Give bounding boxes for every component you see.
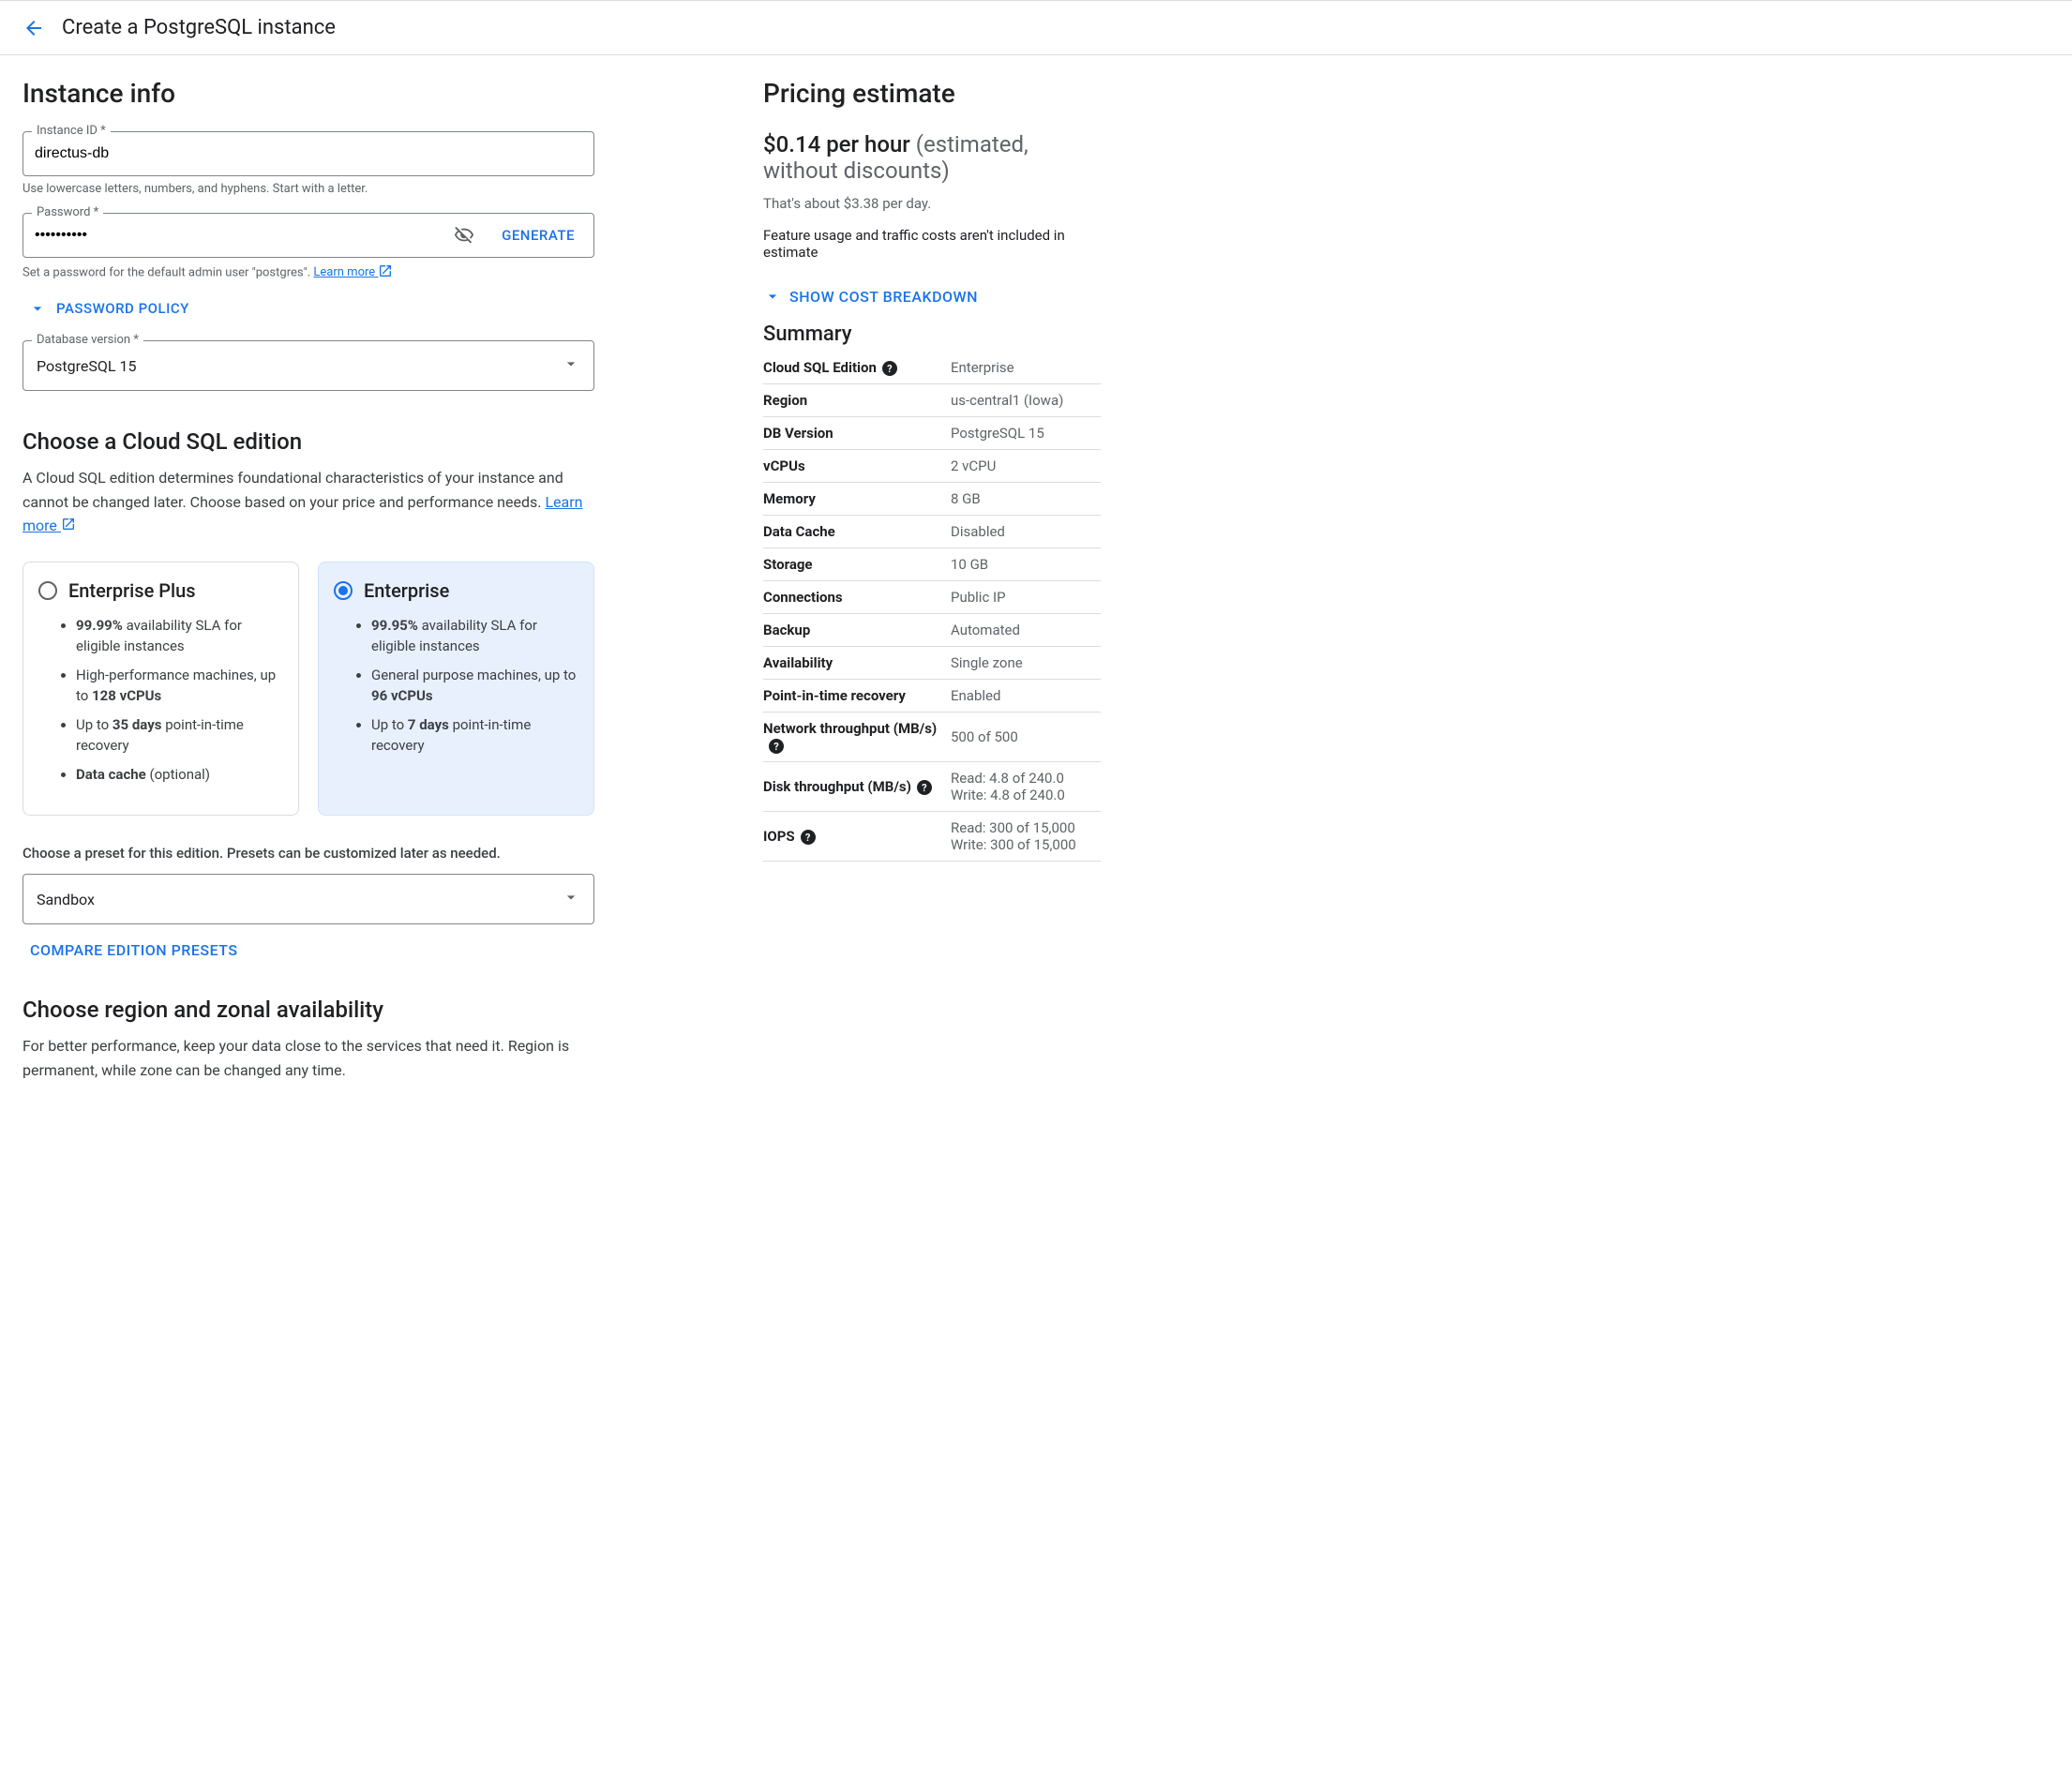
- edition-card-enterprise[interactable]: Enterprise 99.95% availability SLA for e…: [318, 562, 594, 817]
- password-input[interactable]: [23, 214, 445, 257]
- heading-summary: Summary: [763, 322, 1101, 346]
- page-title: Create a PostgreSQL instance: [62, 16, 336, 39]
- card-title: Enterprise Plus: [68, 579, 196, 602]
- region-desc: For better performance, keep your data c…: [23, 1034, 594, 1082]
- preset-value: Sandbox: [37, 891, 95, 908]
- learn-more-link[interactable]: Learn more: [313, 265, 393, 279]
- table-row: DB VersionPostgreSQL 15: [763, 417, 1101, 450]
- password-policy-toggle[interactable]: PASSWORD POLICY: [28, 299, 594, 318]
- table-row: Cloud SQL Edition?Enterprise: [763, 352, 1101, 384]
- db-version-select[interactable]: PostgreSQL 15: [23, 340, 594, 391]
- heading-edition: Choose a Cloud SQL edition: [23, 428, 594, 455]
- preset-select[interactable]: Sandbox: [23, 874, 594, 924]
- pricing-column: Pricing estimate $0.14 per hour (estimat…: [763, 78, 1101, 1082]
- db-version-field: Database version * PostgreSQL 15: [23, 340, 594, 391]
- table-row: AvailabilitySingle zone: [763, 647, 1101, 680]
- table-row: Disk throughput (MB/s)?Read: 4.8 of 240.…: [763, 762, 1101, 812]
- heading-instance-info: Instance info: [23, 78, 594, 109]
- form-column: Instance info Instance ID * Use lowercas…: [23, 78, 594, 1082]
- back-arrow-icon[interactable]: [23, 17, 45, 39]
- heading-pricing: Pricing estimate: [763, 78, 1101, 109]
- page-header: Create a PostgreSQL instance: [0, 0, 2072, 55]
- table-row: Data CacheDisabled: [763, 516, 1101, 548]
- feature-list: 99.95% availability SLA for eligible ins…: [334, 615, 578, 757]
- external-link-icon: [61, 515, 76, 539]
- instance-id-input[interactable]: [23, 131, 594, 176]
- password-label: Password *: [32, 205, 103, 219]
- visibility-off-icon[interactable]: [445, 225, 483, 246]
- help-icon[interactable]: ?: [882, 361, 897, 376]
- heading-region: Choose region and zonal availability: [23, 997, 594, 1023]
- help-icon[interactable]: ?: [917, 780, 932, 795]
- instance-id-helper: Use lowercase letters, numbers, and hyph…: [23, 182, 594, 196]
- summary-table: Cloud SQL Edition?Enterprise Regionus-ce…: [763, 352, 1101, 862]
- price-per-day: That's about $3.38 per day.: [763, 195, 1101, 212]
- table-row: Storage10 GB: [763, 548, 1101, 581]
- table-row: Memory8 GB: [763, 483, 1101, 516]
- password-field: Password * GENERATE: [23, 213, 594, 258]
- feature-list: 99.99% availability SLA for eligible ins…: [38, 615, 283, 786]
- preset-label: Choose a preset for this edition. Preset…: [23, 842, 594, 864]
- table-row: Regionus-central1 (Iowa): [763, 384, 1101, 417]
- table-row: vCPUs2 vCPU: [763, 450, 1101, 483]
- db-version-value: PostgreSQL 15: [37, 357, 136, 375]
- price-note: Feature usage and traffic costs aren't i…: [763, 227, 1101, 261]
- table-row: BackupAutomated: [763, 614, 1101, 647]
- radio-selected-icon: [334, 581, 353, 600]
- table-row: Point-in-time recoveryEnabled: [763, 680, 1101, 712]
- price-per-hour: $0.14 per hour (estimated, without disco…: [763, 131, 1101, 184]
- db-version-label: Database version *: [32, 333, 143, 347]
- instance-id-field: Instance ID *: [23, 131, 594, 176]
- external-link-icon: [378, 263, 393, 282]
- radio-icon: [38, 581, 57, 600]
- edition-desc: A Cloud SQL edition determines foundatio…: [23, 466, 594, 539]
- help-icon[interactable]: ?: [801, 830, 816, 845]
- password-helper: Set a password for the default admin use…: [23, 263, 594, 282]
- password-policy-label: PASSWORD POLICY: [56, 300, 189, 317]
- edition-card-enterprise-plus[interactable]: Enterprise Plus 99.99% availability SLA …: [23, 562, 299, 817]
- card-title: Enterprise: [364, 579, 449, 602]
- instance-id-label: Instance ID *: [32, 124, 111, 138]
- chevron-down-icon: [562, 354, 580, 377]
- generate-button[interactable]: GENERATE: [483, 227, 593, 244]
- table-row: ConnectionsPublic IP: [763, 581, 1101, 614]
- table-row: IOPS?Read: 300 of 15,000Write: 300 of 15…: [763, 812, 1101, 862]
- table-row: Network throughput (MB/s)?500 of 500: [763, 712, 1101, 762]
- show-cost-breakdown-toggle[interactable]: SHOW COST BREAKDOWN: [763, 287, 1101, 306]
- compare-presets-button[interactable]: COMPARE EDITION PRESETS: [30, 941, 594, 959]
- help-icon[interactable]: ?: [769, 739, 784, 754]
- chevron-down-icon: [562, 888, 580, 910]
